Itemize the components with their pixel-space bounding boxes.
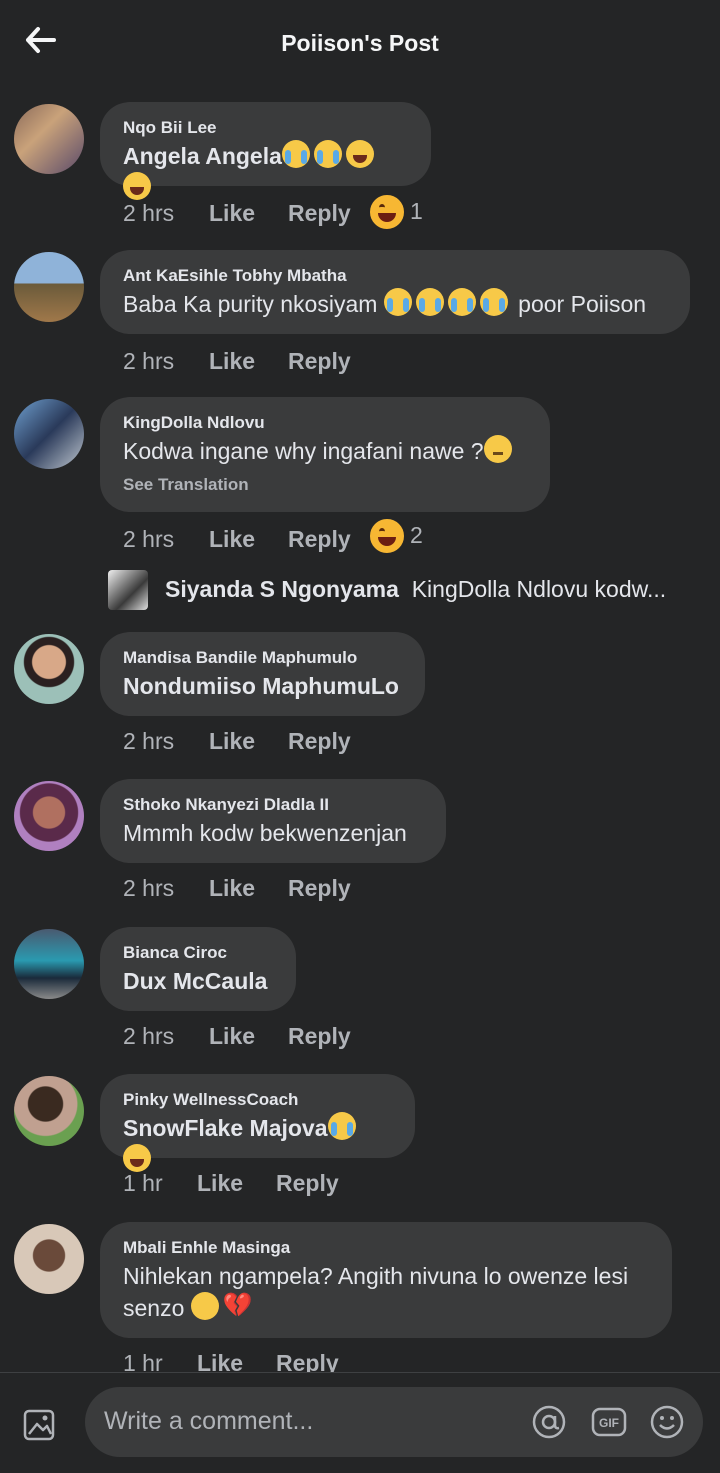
like-button[interactable]: Like (197, 1170, 243, 1197)
reaction-count[interactable]: 2 (410, 522, 423, 549)
comment-author[interactable]: Pinky WellnessCoach (123, 1088, 391, 1112)
crying-cat-emoji-icon (415, 288, 444, 316)
comment-bubble[interactable]: Ant KaEsihle Tobhy Mbatha Baba Ka purity… (100, 250, 690, 334)
reply-button[interactable]: Reply (288, 875, 351, 902)
reply-button[interactable]: Reply (276, 1350, 339, 1372)
comment-text: Angela Angela (123, 143, 282, 169)
reply-button[interactable]: Reply (288, 526, 351, 553)
comment-input[interactable]: Write a comment... GIF (85, 1387, 703, 1457)
haha-reaction-icon[interactable] (368, 193, 406, 231)
like-button[interactable]: Like (197, 1350, 243, 1372)
page-title: Poiison's Post (281, 30, 439, 56)
reply-button[interactable]: Reply (276, 1170, 339, 1197)
avatar[interactable] (14, 399, 84, 469)
comment-bubble[interactable]: Sthoko Nkanyezi Dladla II Mmmh kodw bekw… (100, 779, 446, 863)
comment-time[interactable]: 1 hr (123, 1350, 163, 1372)
comment-time[interactable]: 2 hrs (123, 728, 174, 755)
comment-bubble[interactable]: KingDolla Ndlovu Kodwa ingane why ingafa… (100, 397, 550, 512)
avatar[interactable] (14, 634, 84, 704)
crying-cat-emoji-icon (479, 288, 508, 316)
comment-text: Dux McCaula (123, 968, 268, 994)
comment-time[interactable]: 2 hrs (123, 348, 174, 375)
avatar[interactable] (14, 1224, 84, 1294)
see-translation-link[interactable]: See Translation (123, 473, 526, 497)
like-button[interactable]: Like (209, 1023, 255, 1050)
comment-author[interactable]: Bianca Ciroc (123, 941, 272, 965)
emoji-smiley-icon[interactable] (649, 1404, 685, 1440)
mention-at-icon[interactable] (531, 1404, 567, 1440)
crying-face-emoji-icon (327, 1112, 356, 1140)
crying-cat-emoji-icon (447, 288, 476, 316)
reaction-count[interactable]: 1 (410, 198, 423, 225)
comment-bubble[interactable]: Nqo Bii Lee Angela Angela (100, 102, 431, 200)
comment-text: Mmmh kodw bekwenzenjan (123, 820, 407, 846)
comment-meta: 1 hr Like Reply (123, 1350, 453, 1372)
comment-text: SnowFlake Majova (123, 1115, 328, 1141)
like-button[interactable]: Like (209, 348, 255, 375)
comment-author[interactable]: Ant KaEsihle Tobhy Mbatha (123, 264, 666, 288)
comment-author[interactable]: Mandisa Bandile Maphumulo (123, 646, 401, 670)
comment-meta: 2 hrs Like Reply (123, 348, 453, 378)
comment-input-placeholder[interactable]: Write a comment... (104, 1407, 313, 1436)
avatar[interactable] (14, 104, 84, 174)
rofl-emoji-icon (123, 172, 151, 200)
comment-text: Nondumiiso MaphumuLo (123, 673, 399, 699)
comment-meta: 1 hr Like Reply (123, 1170, 453, 1200)
comment-composer-bar: Write a comment... GIF (0, 1372, 720, 1473)
like-button[interactable]: Like (209, 728, 255, 755)
comment-meta: 2 hrs Like Reply (123, 1023, 453, 1053)
avatar[interactable] (14, 1076, 84, 1146)
comment-time[interactable]: 1 hr (123, 1170, 163, 1197)
comment-author[interactable]: Sthoko Nkanyezi Dladla II (123, 793, 422, 817)
comment-author[interactable]: Nqo Bii Lee (123, 116, 407, 140)
crying-face-emoji-icon (313, 140, 342, 168)
broken-heart-emoji-icon (223, 1290, 253, 1322)
reply-preview[interactable]: Siyanda S Ngonyama KingDolla Ndlovu kodw… (108, 568, 708, 610)
reply-button[interactable]: Reply (288, 200, 351, 227)
comment-list[interactable]: Nqo Bii Lee Angela Angela 2 hrs Like Rep… (0, 84, 720, 1372)
reply-button[interactable]: Reply (288, 728, 351, 755)
comment-author[interactable]: KingDolla Ndlovu (123, 411, 526, 435)
comment-text-suffix: poor Poiison (511, 291, 647, 317)
comment-time[interactable]: 2 hrs (123, 200, 174, 227)
thinking-face-emoji-icon (483, 435, 512, 463)
comment-bubble[interactable]: Pinky WellnessCoach SnowFlake Majova (100, 1074, 415, 1172)
comment-time[interactable]: 2 hrs (123, 875, 174, 902)
photo-icon[interactable] (22, 1406, 58, 1442)
reply-author[interactable]: Siyanda S Ngonyama (165, 576, 399, 602)
reply-button[interactable]: Reply (288, 1023, 351, 1050)
avatar[interactable] (14, 781, 84, 851)
header-bar: Poiison's Post (0, 0, 720, 84)
comment-text: Baba Ka purity nkosiyam (123, 291, 378, 317)
rofl-emoji-icon (123, 1144, 151, 1172)
like-button[interactable]: Like (209, 526, 255, 553)
rofl-emoji-icon (345, 140, 374, 168)
comment-text: Kodwa ingane why ingafani nawe ? (123, 438, 484, 464)
gif-icon[interactable]: GIF (591, 1404, 627, 1440)
comment-time[interactable]: 2 hrs (123, 526, 174, 553)
svg-text:GIF: GIF (599, 1416, 619, 1430)
like-button[interactable]: Like (209, 200, 255, 227)
comment-time[interactable]: 2 hrs (123, 1023, 174, 1050)
comment-author[interactable]: Mbali Enhle Masinga (123, 1236, 648, 1260)
reply-avatar[interactable] (108, 570, 148, 610)
comment-bubble[interactable]: Mbali Enhle Masinga Nihlekan ngampela? A… (100, 1222, 672, 1338)
comment-bubble[interactable]: Mandisa Bandile Maphumulo Nondumiiso Map… (100, 632, 425, 716)
crying-face-emoji-icon (281, 140, 310, 168)
haha-reaction-icon[interactable] (368, 517, 406, 555)
comment-bubble[interactable]: Bianca Ciroc Dux McCaula (100, 927, 296, 1011)
avatar[interactable] (14, 252, 84, 322)
reply-text: KingDolla Ndlovu kodw... (411, 576, 667, 602)
avatar[interactable] (14, 929, 84, 999)
comment-meta: 2 hrs Like Reply (123, 875, 453, 905)
smirking-face-emoji-icon (190, 1292, 219, 1320)
comment-meta: 2 hrs Like Reply (123, 728, 453, 758)
reply-button[interactable]: Reply (288, 348, 351, 375)
like-button[interactable]: Like (209, 875, 255, 902)
crying-cat-emoji-icon (383, 288, 412, 316)
